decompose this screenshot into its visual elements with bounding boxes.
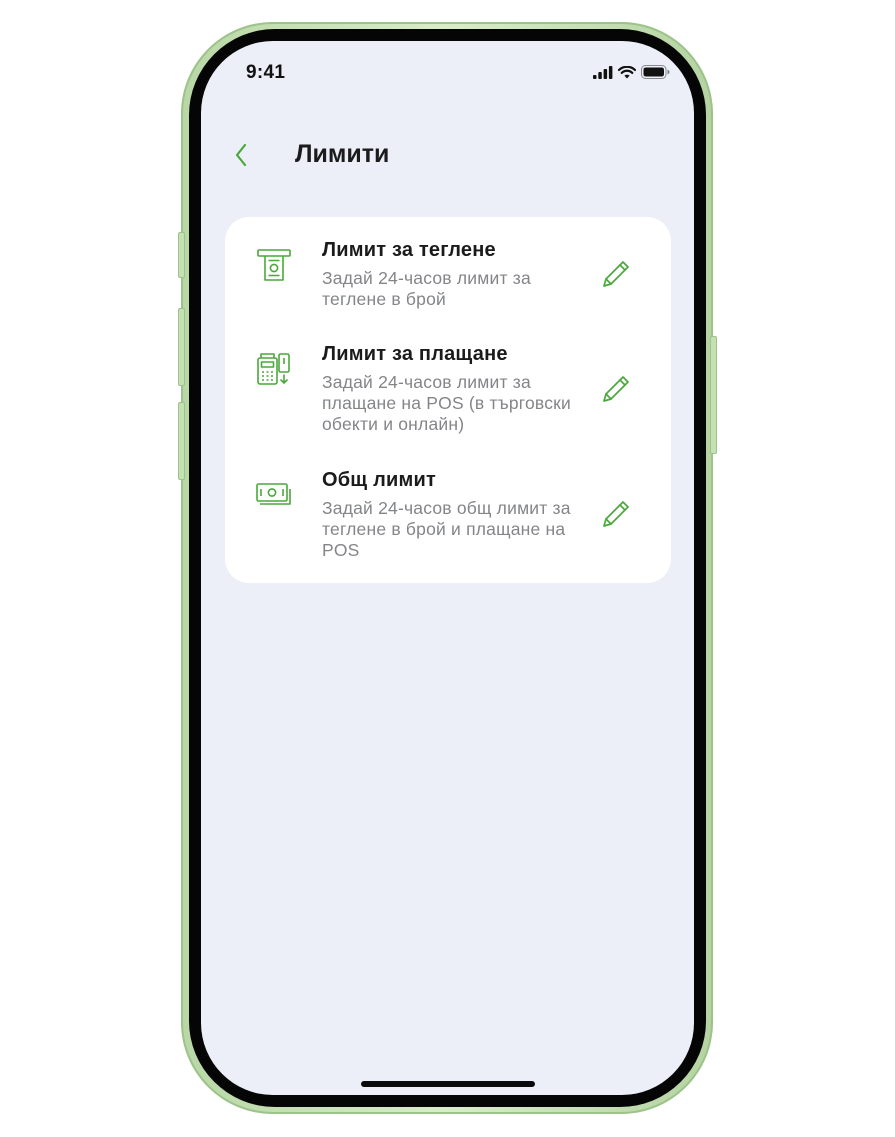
limit-description: Задай 24-часов общ лимит за теглене в бр… (322, 498, 571, 560)
edit-overall-limit-button[interactable] (598, 496, 634, 532)
status-bar: 9:41 (201, 41, 694, 101)
withdrawal-limit-item[interactable]: Лимит за теглене Задай 24-часов лимит за… (225, 217, 671, 317)
status-icons (593, 65, 670, 79)
side-button (178, 402, 185, 480)
pencil-icon (603, 501, 629, 527)
limit-description: Задай 24-часов лимит за теглене в брой (322, 268, 531, 309)
limit-title: Лимит за теглене (322, 239, 496, 261)
page-title: Лимити (295, 140, 390, 168)
side-button (178, 308, 185, 386)
side-button (710, 336, 717, 454)
pos-terminal-icon (257, 353, 290, 385)
status-time: 9:41 (246, 62, 286, 83)
overall-limit-item[interactable]: Общ лимит Задай 24-часов общ лимит за те… (225, 459, 671, 571)
pencil-icon (603, 376, 629, 402)
edit-payment-limit-button[interactable] (598, 371, 634, 407)
side-button (178, 232, 185, 278)
cellular-signal-icon (593, 65, 613, 79)
battery-icon (641, 65, 670, 79)
limit-title: Лимит за плащане (322, 343, 508, 365)
atm-withdraw-icon (257, 249, 291, 281)
limit-description: Задай 24-часов лимит за плащане на POS (… (322, 372, 571, 434)
payment-limit-item[interactable]: Лимит за плащане Задай 24-часов лимит за… (225, 331, 671, 449)
edit-withdrawal-limit-button[interactable] (598, 256, 634, 292)
chevron-left-icon (235, 143, 247, 167)
wifi-icon (618, 65, 636, 78)
phone-screen: 9:41 Лимити Лимит за теглене Задай 24-ча… (201, 41, 694, 1095)
home-indicator[interactable] (361, 1081, 535, 1087)
limits-card: Лимит за теглене Задай 24-часов лимит за… (225, 217, 671, 583)
banknotes-icon (256, 483, 291, 505)
pencil-icon (603, 261, 629, 287)
limit-title: Общ лимит (322, 469, 437, 491)
back-button[interactable] (229, 141, 253, 169)
header: Лимити (201, 131, 694, 181)
